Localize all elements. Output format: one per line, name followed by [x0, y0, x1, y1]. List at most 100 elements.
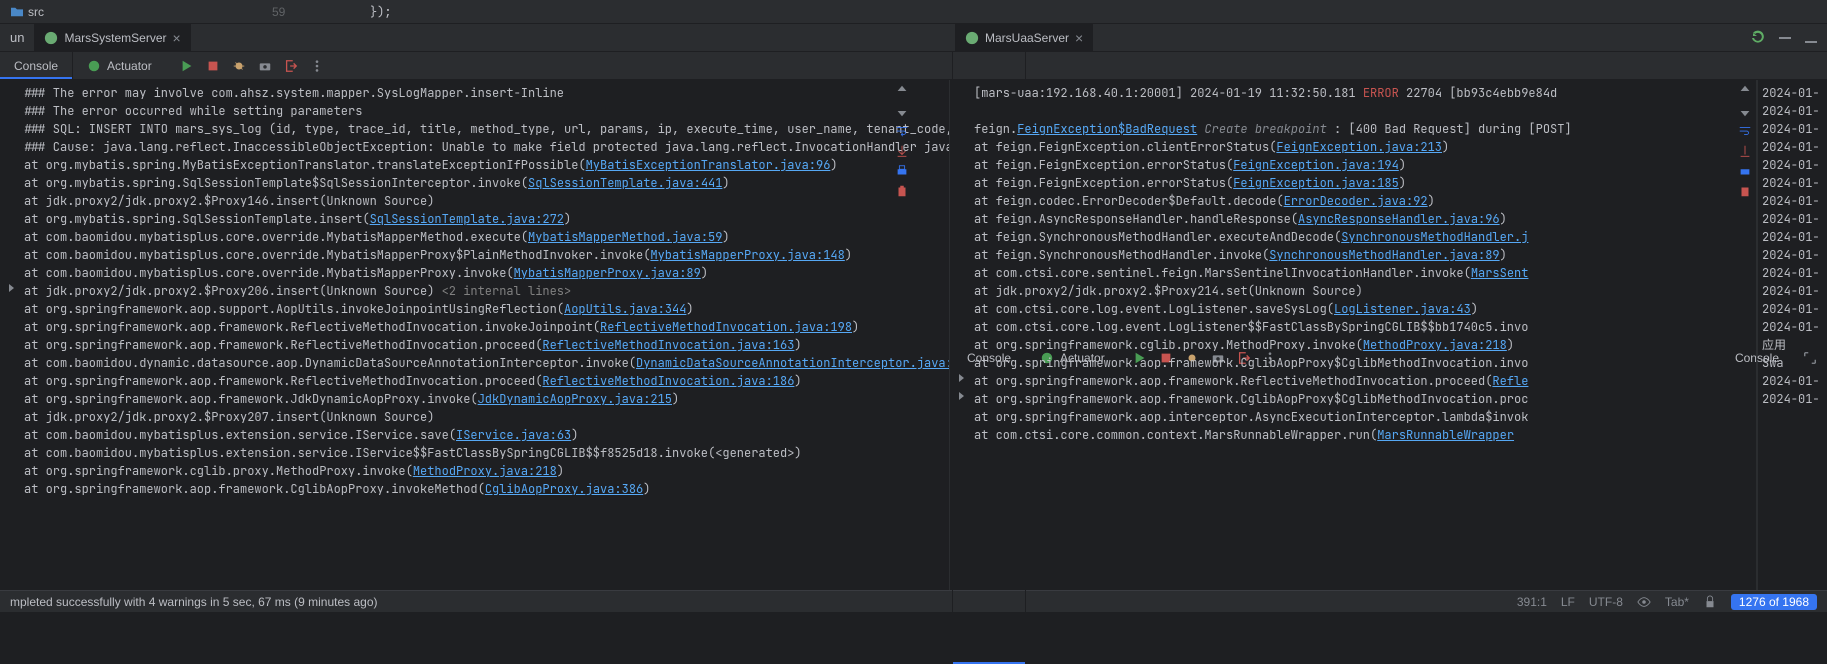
log-line: at com.ctsi.core.log.event.LogListener$$… [974, 318, 1736, 336]
arrow-down-icon[interactable] [1738, 104, 1752, 118]
readonly-icon[interactable] [1637, 595, 1651, 609]
log-line: at feign.codec.ErrorDecoder$Default.deco… [974, 192, 1736, 210]
tab-mars-system-server[interactable]: MarsSystemServer × [34, 24, 191, 51]
stack-link[interactable]: MybatisMapperMethod.java:59 [528, 229, 722, 245]
close-icon[interactable]: × [1075, 30, 1083, 46]
log-line: at org.springframework.aop.framework.Cgl… [24, 480, 929, 498]
stack-link[interactable]: ReflectiveMethodInvocation.java:186 [542, 373, 794, 389]
stop-icon[interactable] [206, 59, 220, 73]
expand-fold-icon[interactable] [956, 372, 968, 384]
more-icon[interactable] [310, 59, 324, 73]
left-console-panel: ### The error may involve com.ahsz.syste… [0, 80, 950, 590]
log-line: at com.ctsi.core.log.event.LogListener.s… [974, 300, 1736, 318]
stack-link[interactable]: MarsRunnableWrapper [1377, 427, 1514, 443]
cursor-position[interactable]: 391:1 [1517, 595, 1547, 609]
expand-fold-icon[interactable] [6, 282, 18, 294]
stack-link[interactable]: MarsSent [1471, 265, 1529, 281]
print-icon[interactable] [1738, 164, 1752, 178]
log-line: ### The error occurred while setting par… [24, 102, 929, 120]
log-line: at org.mybatis.spring.MyBatisExceptionTr… [24, 156, 929, 174]
right-log-content[interactable]: [mars-uaa:192.168.40.1:20001] 2024-01-19… [950, 80, 1756, 448]
scroll-end-icon[interactable] [895, 144, 909, 158]
arrow-up-icon[interactable] [1738, 84, 1752, 98]
console-toolbar-row: Console Actuator Console Actuator [0, 52, 1827, 80]
log-line: at org.springframework.aop.interceptor.A… [974, 408, 1736, 426]
stack-link[interactable]: MyBatisExceptionTranslator.java:96 [586, 157, 831, 173]
close-icon[interactable]: × [173, 30, 181, 46]
folder-icon [10, 6, 24, 18]
stack-link[interactable]: AsyncResponseHandler.java:96 [1298, 211, 1500, 227]
soft-wrap-icon[interactable] [1738, 124, 1752, 138]
log-line: at org.mybatis.spring.SqlSessionTemplate… [24, 174, 929, 192]
stack-link[interactable]: FeignException.java:194 [1233, 157, 1399, 173]
stack-link[interactable]: DynamicDataSourceAnnotationInterceptor.j… [636, 355, 950, 371]
log-line: at jdk.proxy2/jdk.proxy2.$Proxy146.inser… [24, 192, 929, 210]
stack-link[interactable]: ReflectiveMethodInvocation.java:198 [600, 319, 852, 335]
stack-link[interactable]: AopUtils.java:344 [564, 301, 686, 317]
log-line: at org.springframework.aop.framework.Ref… [24, 372, 929, 390]
stack-link[interactable]: LogListener.java:43 [1334, 301, 1471, 317]
arrow-down-icon[interactable] [895, 104, 909, 118]
resume-icon[interactable] [180, 59, 194, 73]
stack-link[interactable]: SqlSessionTemplate.java:441 [528, 175, 722, 191]
log-line: at org.springframework.aop.framework.Cgl… [974, 390, 1736, 408]
rerun-icon[interactable] [1751, 30, 1767, 46]
stack-link[interactable]: JdkDynamicAopProxy.java:215 [478, 391, 672, 407]
console-tab[interactable]: Console [0, 52, 73, 79]
line-ending[interactable]: LF [1561, 595, 1575, 609]
log-line: at org.springframework.aop.framework.Ref… [24, 336, 929, 354]
clear-icon[interactable] [1738, 184, 1752, 198]
run-tool-label[interactable]: un [0, 24, 34, 51]
stack-link[interactable]: SynchronousMethodHandler.j [1341, 229, 1528, 245]
print-icon[interactable] [895, 164, 909, 178]
log-line: at feign.FeignException.errorStatus(Feig… [974, 174, 1736, 192]
log-line: at com.ctsi.core.common.context.MarsRunn… [974, 426, 1736, 444]
project-path-bar: src 59 }); [0, 0, 1827, 24]
stack-link[interactable]: ReflectiveMethodInvocation.java:163 [542, 337, 794, 353]
log-line: at com.baomidou.mybatisplus.core.overrid… [24, 246, 929, 264]
stack-link[interactable]: SqlSessionTemplate.java:272 [370, 211, 564, 227]
encoding[interactable]: UTF-8 [1589, 595, 1623, 609]
stack-link[interactable]: FeignException$BadRequest [1017, 121, 1197, 137]
expand-fold-icon[interactable] [956, 390, 968, 402]
exit-icon[interactable] [284, 59, 298, 73]
log-line: ### SQL: INSERT INTO mars_sys_log (id, t… [24, 120, 929, 138]
scroll-end-icon[interactable] [1738, 144, 1752, 158]
stack-link[interactable]: FeignException.java:213 [1276, 139, 1442, 155]
log-line: at com.baomidou.dynamic.datasource.aop.D… [24, 354, 929, 372]
bug-icon[interactable] [232, 59, 246, 73]
project-name: src [28, 5, 44, 19]
log-line: feign.FeignException$BadRequest Create b… [974, 120, 1736, 138]
camera-icon[interactable] [258, 59, 272, 73]
line-number: 59 [260, 0, 297, 24]
log-line: at org.springframework.aop.support.AopUt… [24, 300, 929, 318]
stack-link[interactable]: Refle [1492, 373, 1528, 389]
expand-icon[interactable] [1803, 351, 1817, 365]
stack-link[interactable]: IService.java:63 [456, 427, 571, 443]
log-line: at org.mybatis.spring.SqlSessionTemplate… [24, 210, 929, 228]
stack-link[interactable]: SynchronousMethodHandler.java:89 [1269, 247, 1499, 263]
stack-link[interactable]: ErrorDecoder.java:92 [1284, 193, 1428, 209]
log-line: at com.baomidou.mybatisplus.extension.se… [24, 444, 929, 462]
log-line: at org.springframework.aop.framework.Jdk… [24, 390, 929, 408]
minimize-icon[interactable] [1777, 30, 1793, 46]
arrow-up-icon[interactable] [895, 84, 909, 98]
actuator-tab[interactable]: Actuator [73, 59, 166, 73]
stack-link[interactable]: MethodProxy.java:218 [413, 463, 557, 479]
left-log-content[interactable]: ### The error may involve com.ahsz.syste… [0, 80, 949, 502]
stack-link[interactable]: FeignException.java:185 [1233, 175, 1399, 191]
log-line: at feign.FeignException.errorStatus(Feig… [974, 156, 1736, 174]
tab-label: MarsUaaServer [985, 31, 1069, 45]
clear-icon[interactable] [895, 184, 909, 198]
stack-link[interactable]: CglibAopProxy.java:386 [485, 481, 643, 497]
soft-wrap-icon[interactable] [895, 124, 909, 138]
tab-mars-uaa-server[interactable]: MarsUaaServer × [955, 24, 1094, 51]
actuator-icon [87, 59, 101, 73]
indent-setting[interactable]: Tab* [1665, 595, 1689, 609]
log-line: at org.springframework.cglib.proxy.Metho… [24, 462, 929, 480]
lock-icon[interactable] [1703, 595, 1717, 609]
stack-link[interactable]: MybatisMapperProxy.java:89 [514, 265, 701, 281]
stack-link[interactable]: MethodProxy.java:218 [1363, 337, 1507, 353]
stack-link[interactable]: MybatisMapperProxy.java:148 [650, 247, 844, 263]
hide-icon[interactable] [1803, 30, 1819, 46]
